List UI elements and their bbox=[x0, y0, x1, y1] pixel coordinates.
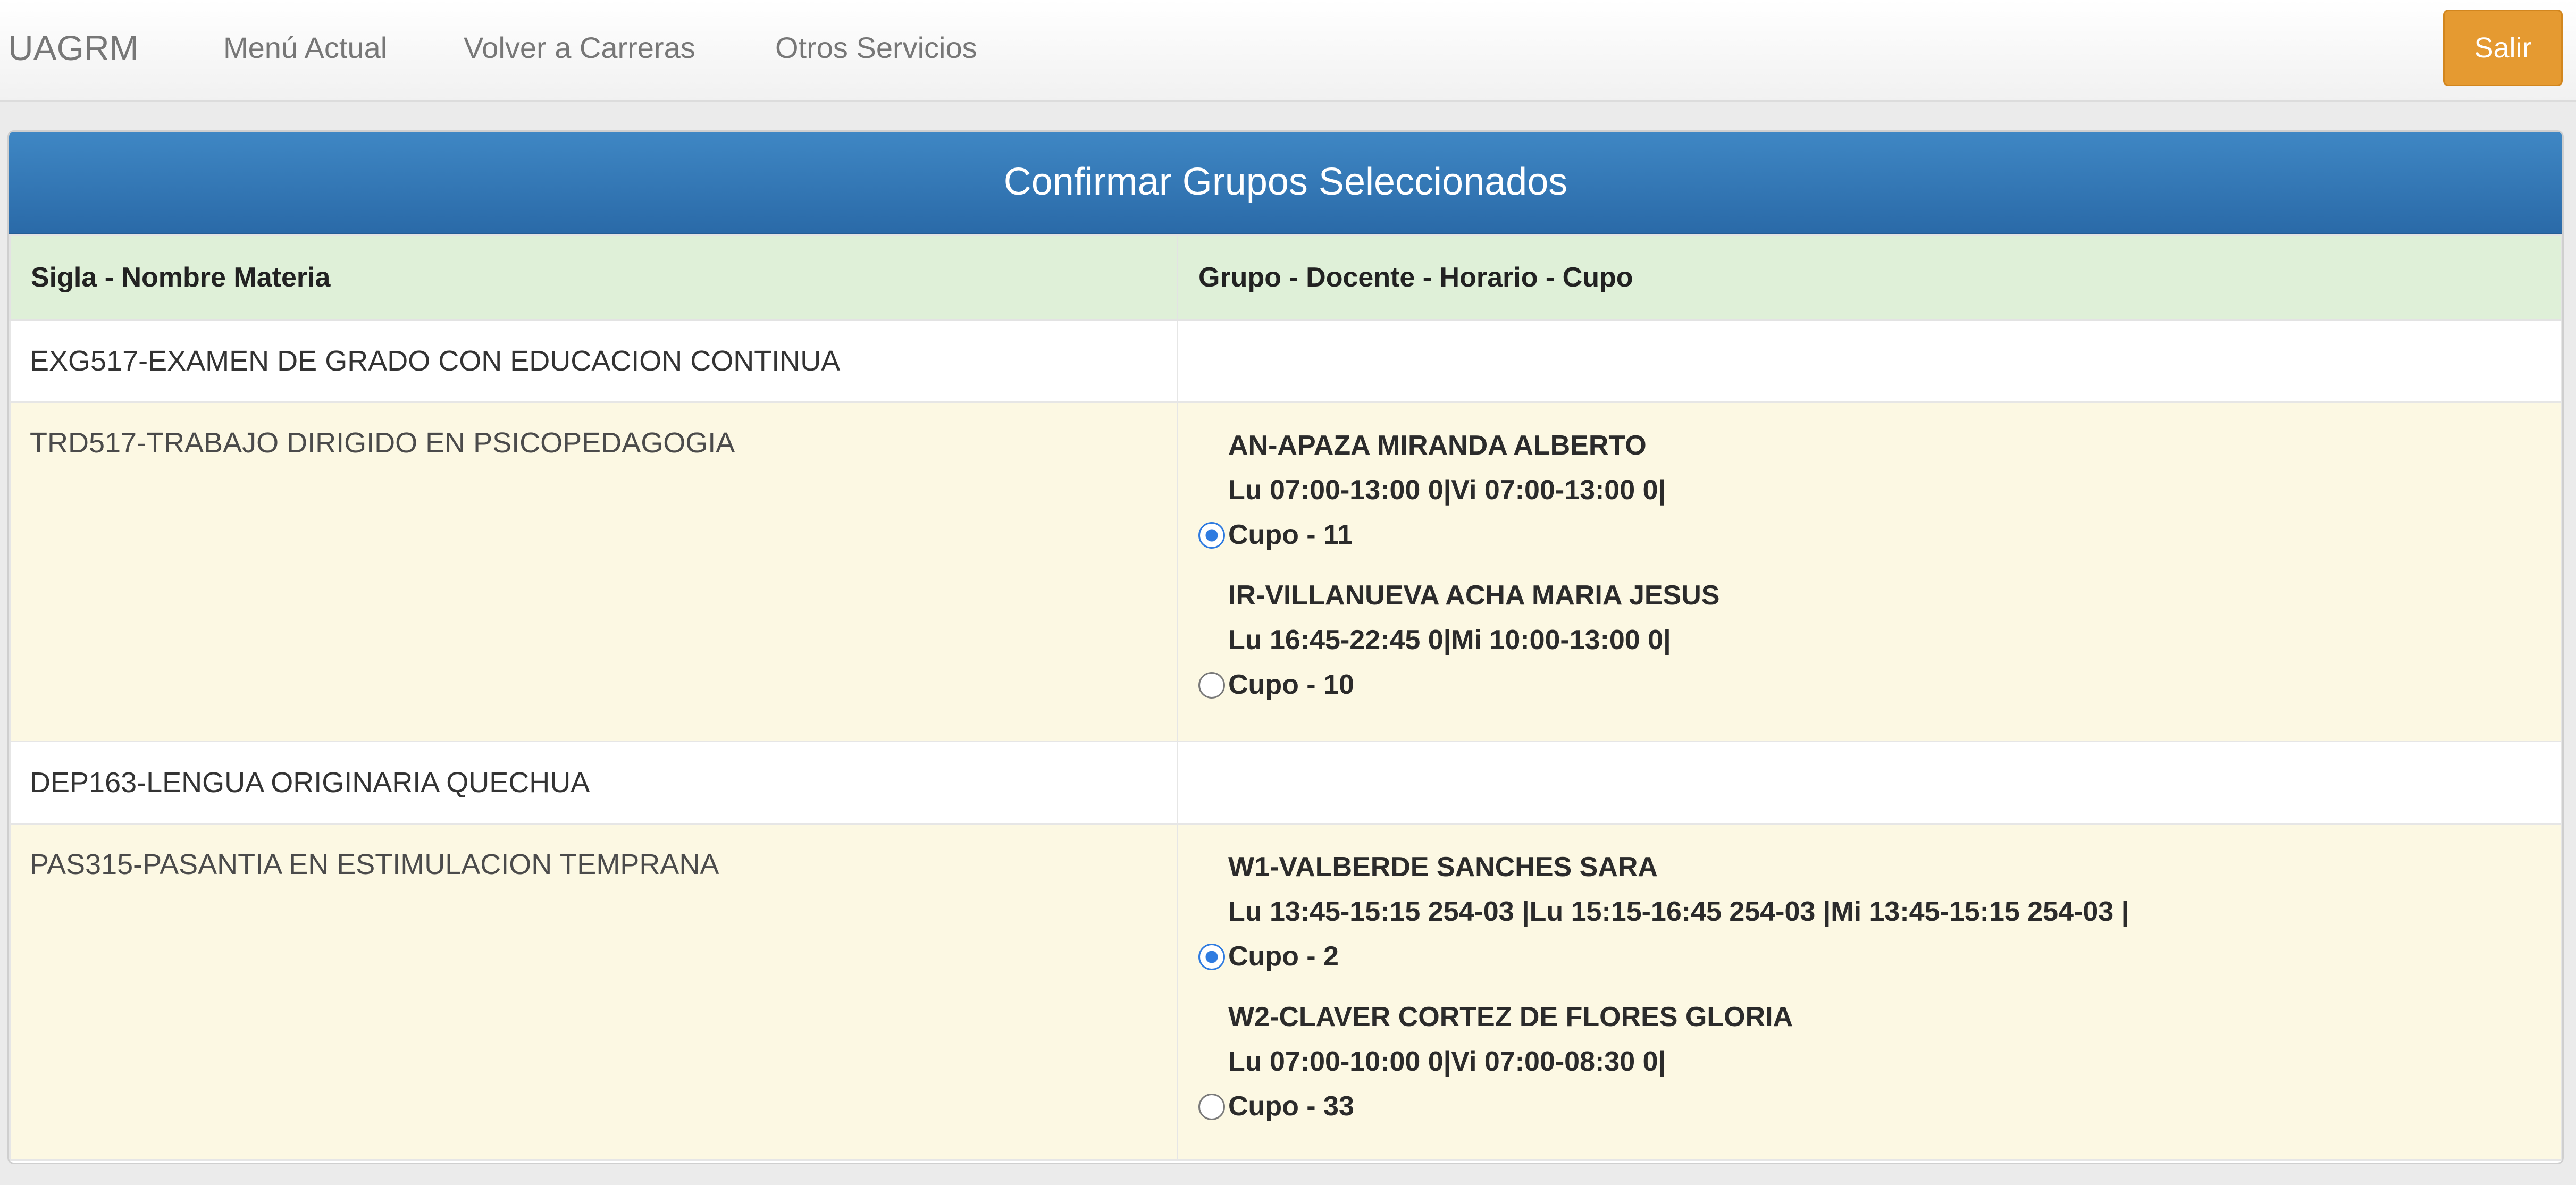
groups-table: Sigla - Nombre Materia Grupo - Docente -… bbox=[9, 234, 2562, 1161]
confirm-groups-panel: Confirmar Grupos Seleccionados Sigla - N… bbox=[7, 130, 2564, 1164]
nav-link-menu-actual[interactable]: Menú Actual bbox=[223, 29, 387, 66]
materia-cell: EXG517-EXAMEN DE GRADO CON EDUCACION CON… bbox=[9, 319, 1178, 403]
logout-button[interactable]: Salir bbox=[2443, 10, 2563, 86]
group-horario: Lu 16:45-22:45 0|Mi 10:00-13:00 0| bbox=[1228, 625, 1671, 655]
group-horario: Lu 07:00-13:00 0|Vi 07:00-13:00 0| bbox=[1228, 475, 1666, 506]
nav-link-otros-servicios[interactable]: Otros Servicios bbox=[775, 29, 977, 66]
table-row: EXG517-EXAMEN DE GRADO CON EDUCACION CON… bbox=[9, 319, 2562, 403]
table-header-row: Sigla - Nombre Materia Grupo - Docente -… bbox=[9, 234, 2562, 321]
group-docente: AN-APAZA MIRANDA ALBERTO bbox=[1228, 430, 1647, 461]
grupos-cell: AN-APAZA MIRANDA ALBERTO Lu 07:00-13:00 … bbox=[1177, 401, 2562, 742]
table-row: DEP163-LENGUA ORIGINARIA QUECHUA bbox=[9, 741, 2562, 825]
group-docente: W2-CLAVER CORTEZ DE FLORES GLORIA bbox=[1228, 1002, 1793, 1032]
group-cupo: Cupo - 2 bbox=[1228, 941, 1339, 972]
grupos-cell bbox=[1177, 319, 2562, 403]
materia-cell: PAS315-PASANTIA EN ESTIMULACION TEMPRANA bbox=[9, 823, 1178, 1161]
group-radio-selected[interactable] bbox=[1198, 522, 1225, 549]
materia-cell: TRD517-TRABAJO DIRIGIDO EN PSICOPEDAGOGI… bbox=[9, 401, 1178, 742]
group-horario: Lu 13:45-15:15 254-03 |Lu 15:15-16:45 25… bbox=[1228, 896, 2129, 927]
group-docente: IR-VILLANUEVA ACHA MARIA JESUS bbox=[1228, 580, 1720, 611]
table-row: TRD517-TRABAJO DIRIGIDO EN PSICOPEDAGOGI… bbox=[9, 401, 2562, 742]
group-horario: Lu 07:00-10:00 0|Vi 07:00-08:30 0| bbox=[1228, 1046, 1666, 1077]
group-cupo: Cupo - 10 bbox=[1228, 669, 1354, 700]
top-navbar: UAGRM Menú Actual Volver a Carreras Otro… bbox=[0, 0, 2576, 102]
group-radio[interactable] bbox=[1198, 1094, 1225, 1120]
column-header-grupo: Grupo - Docente - Horario - Cupo bbox=[1177, 234, 2562, 321]
table-row: PAS315-PASANTIA EN ESTIMULACION TEMPRANA… bbox=[9, 823, 2562, 1161]
group-cupo: Cupo - 11 bbox=[1228, 519, 1353, 550]
column-header-materia: Sigla - Nombre Materia bbox=[9, 234, 1178, 321]
panel-title: Confirmar Grupos Seleccionados bbox=[9, 132, 2562, 234]
group-radio-selected[interactable] bbox=[1198, 944, 1225, 970]
group-docente: W1-VALBERDE SANCHES SARA bbox=[1228, 852, 1658, 883]
grupos-cell: W1-VALBERDE SANCHES SARA Lu 13:45-15:15 … bbox=[1177, 823, 2562, 1161]
grupos-cell bbox=[1177, 741, 2562, 825]
group-radio[interactable] bbox=[1198, 672, 1225, 699]
brand-link[interactable]: UAGRM bbox=[8, 27, 139, 69]
materia-cell: DEP163-LENGUA ORIGINARIA QUECHUA bbox=[9, 741, 1178, 825]
group-cupo: Cupo - 33 bbox=[1228, 1091, 1354, 1122]
nav-link-volver-a-carreras[interactable]: Volver a Carreras bbox=[464, 29, 695, 66]
